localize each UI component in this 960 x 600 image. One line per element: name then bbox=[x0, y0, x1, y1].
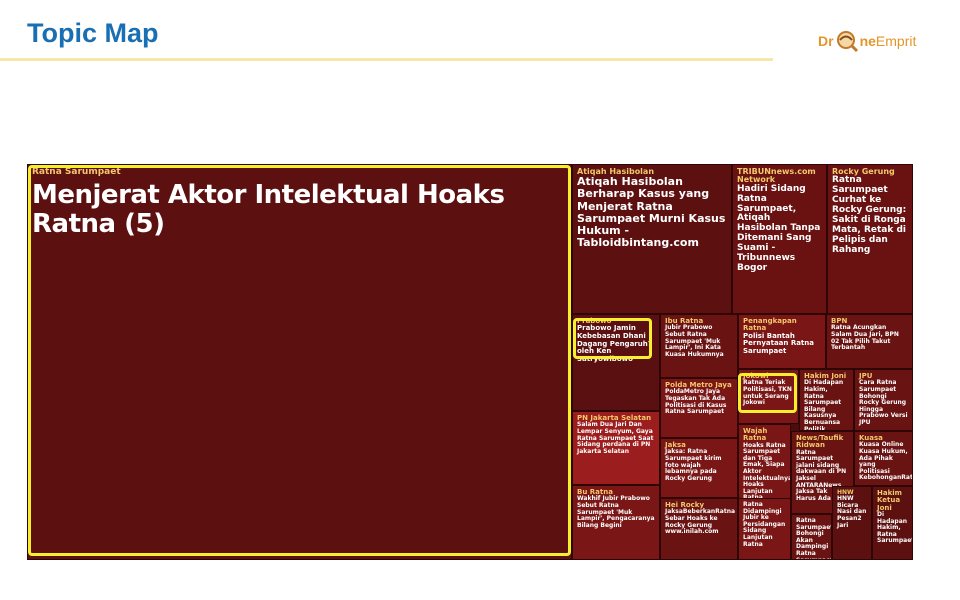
treemap-cell-label: News/Taufik Ridwan bbox=[796, 434, 844, 450]
treemap-cell-label: TRIBUNnews.com Network bbox=[737, 167, 816, 185]
treemap-cell[interactable]: Rocky Gerung Ratna Sarumpaet Curhat ke Ro… bbox=[827, 164, 913, 314]
treemap-cell-title: Prabowo Jamin Kebebasan Dhani Dagang Pen… bbox=[577, 324, 652, 364]
treemap-cell-title: Atiqah Hasibolan Berharap Kasus yang Men… bbox=[577, 175, 726, 249]
treemap-cell-title: Hoaks Ratna Sarumpaet dan Tiga Emak, Sia… bbox=[743, 441, 791, 501]
treemap-cell[interactable]: Ratna Didampingi Jubir ke Persidangan Si… bbox=[738, 498, 791, 560]
brand-logo: Dr ne Emprit bbox=[818, 28, 916, 54]
treemap-cell-title: JaksaBeberkanRatna Sebar Hoaks ke Rocky … bbox=[665, 508, 736, 536]
treemap-cell[interactable]: Kuasa Kuasa Online Kuasa Hukum, Ada Pihak… bbox=[854, 431, 913, 486]
treemap-cell-title: HNW Bicara Nasi dan Pesan2 Jari bbox=[837, 495, 867, 529]
treemap-cell[interactable]: Ibu Ratna Jubir Prabowo Sebut Ratna Sarum… bbox=[660, 314, 738, 378]
treemap-cell-label: Wajah Ratna bbox=[743, 427, 768, 443]
logo-text-emprit: Emprit bbox=[875, 33, 917, 49]
treemap-cell-title: Ratna Sarumpaet Curhat ke Rocky Gerung: … bbox=[832, 175, 907, 255]
treemap-cell-title: Polisi Bantah Pernyataan Ratna Sarumpaet bbox=[743, 331, 814, 356]
treemap-cell[interactable]: Prabowo Prabowo Jamin Kebebasan Dhani Dag… bbox=[572, 314, 660, 411]
treemap-cell-title: Jubir Prabowo Sebut Ratna Sarumpaet 'Muk… bbox=[665, 324, 724, 358]
header-divider bbox=[0, 58, 773, 61]
treemap-cell-label: Hakim Ketua Joni bbox=[877, 489, 902, 512]
treemap-cell-title: Hadiri Sidang Ratna Sarumpaet, Atiqah Ha… bbox=[737, 183, 821, 273]
treemap-cell-title: Di Hadapan Hakim, Ratna Sarumpaet Bilang… bbox=[804, 379, 844, 431]
treemap-cell-title: Ratna Acungkan Salam Dua Jari, BPN 02 Ta… bbox=[831, 324, 899, 352]
treemap-cell[interactable]: Polda Metro Jaya PoldaMetro Jaya Tegaskan… bbox=[660, 378, 738, 438]
treemap-cell[interactable]: Jaksa Jaksa: Ratna Sarumpaet kirim foto w… bbox=[660, 438, 738, 498]
topic-treemap: Ratna Sarumpaet Menjerat Aktor Intelektua… bbox=[27, 164, 913, 560]
treemap-cell[interactable]: TRIBUNnews.com Network Hadiri Sidang Ratn… bbox=[732, 164, 827, 314]
treemap-cell-label: Penangkapan Ratna bbox=[743, 317, 797, 333]
treemap-cell[interactable]: HNW HNW Bicara Nasi dan Pesan2 Jari bbox=[832, 486, 872, 560]
treemap-cell-title: Salam Dua Jari Dan Lempar Senyum, Gaya R… bbox=[577, 421, 654, 455]
treemap-cell[interactable]: Ratna Sarumpaet Menjerat Aktor Intelektua… bbox=[27, 164, 572, 560]
treemap-cell-title: PoldaMetro Jaya Tegaskan Tak Ada Politis… bbox=[665, 388, 727, 416]
drone-magnifier-icon bbox=[836, 31, 858, 53]
treemap-cell[interactable]: Jokowi Ratna Teriak Politisasi, TKN untuk… bbox=[738, 369, 799, 424]
treemap-cell-title: Ratna Teriak Politisasi, TKN untuk Seran… bbox=[743, 379, 792, 407]
treemap-cell-label: Ratna Sarumpaet bbox=[32, 167, 121, 177]
treemap-cell-title: Di Hadapan Hakim, Ratna Sarumpaet bbox=[877, 511, 913, 545]
logo-text-dr: Dr bbox=[818, 33, 834, 49]
treemap-cell[interactable]: JPU Cara Ratna Sarumpaet Bohongi Rocky Ge… bbox=[854, 369, 913, 431]
treemap-cell[interactable]: Hakim Ketua Joni Di Hadapan Hakim, Ratna … bbox=[872, 486, 913, 560]
logo-text-ne: ne bbox=[859, 33, 876, 49]
treemap-cell[interactable]: Penangkapan Ratna Polisi Bantah Pernyataa… bbox=[738, 314, 826, 369]
treemap-cell-title: Jaksa: Ratna Sarumpaet kirim foto wajah … bbox=[665, 448, 722, 482]
page-title: Topic Map bbox=[27, 18, 159, 48]
treemap-cell-title: Kuasa Online Kuasa Hukum, Ada Pihak yang… bbox=[859, 441, 913, 482]
treemap-cell-title: Cara Ratna Sarumpaet Bohongi Rocky Gerun… bbox=[859, 379, 908, 426]
treemap-cell[interactable]: BPN Ratna Acungkan Salam Dua Jari, BPN 02… bbox=[826, 314, 913, 369]
treemap-cell[interactable]: Atiqah Hasibolan Atiqah Hasibolan Berhara… bbox=[572, 164, 732, 314]
treemap-cell-title: Menjerat Aktor Intelektual Hoaks Ratna (… bbox=[32, 180, 505, 240]
treemap-cell-title: Ratna Didampingi Jubir ke Persidangan Si… bbox=[743, 501, 786, 548]
treemap-cell[interactable]: Hakim Joni Di Hadapan Hakim, Ratna Sarump… bbox=[799, 369, 854, 431]
treemap-cell[interactable]: Bu Ratna Wakhif Jubir Prabowo Sebut Ratna… bbox=[572, 485, 660, 560]
treemap-cell[interactable]: PN Jakarta Selatan Salam Dua Jari Dan Lem… bbox=[572, 411, 660, 485]
treemap-cell[interactable]: Ratna Sarumpaet Bohongi Akan Dampingi Ra… bbox=[791, 514, 832, 560]
treemap-cell[interactable]: Hei Rocky JaksaBeberkanRatna Sebar Hoaks … bbox=[660, 498, 738, 560]
treemap-cell-title: Wakhif Jubir Prabowo Sebut Ratna Sarumpa… bbox=[577, 495, 655, 529]
treemap-cell-title: Ratna Sarumpaet Bohongi Akan Dampingi Ra… bbox=[796, 517, 832, 559]
